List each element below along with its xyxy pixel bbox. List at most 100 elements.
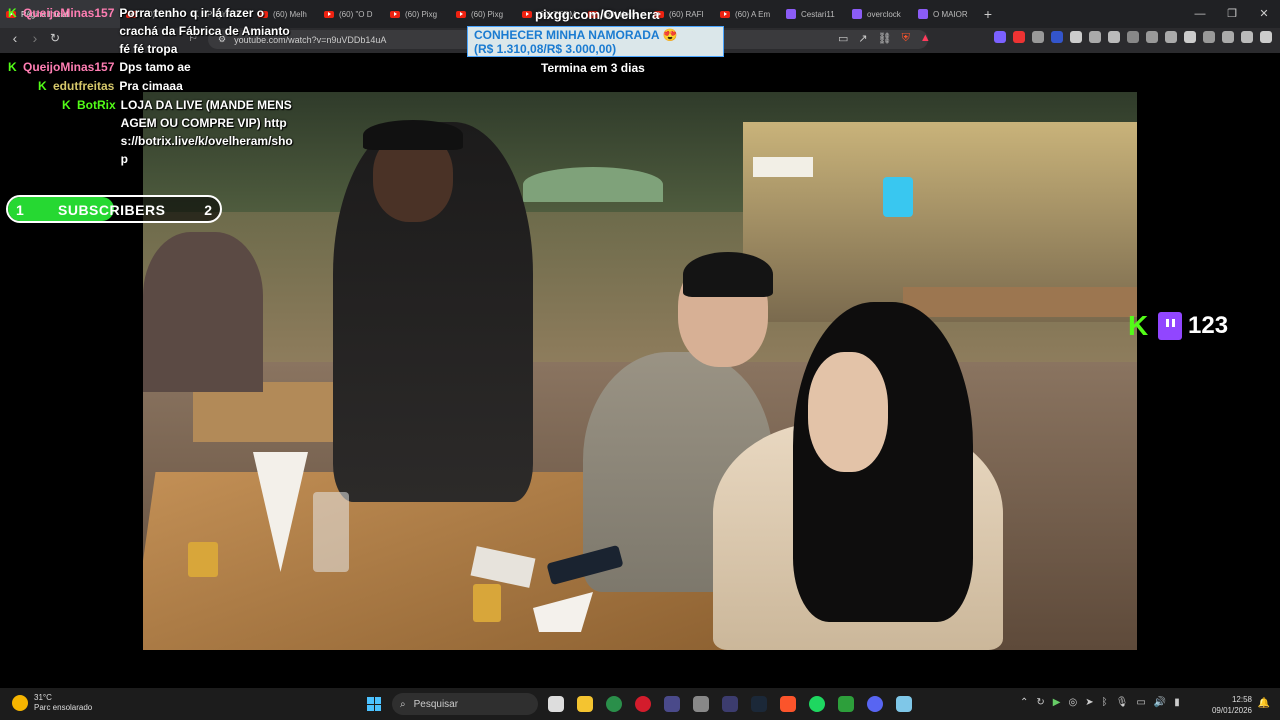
taskbar-search[interactable]: ⌕ Pesquisar bbox=[392, 693, 538, 715]
share-icon[interactable]: ↗ bbox=[858, 32, 867, 45]
tab-label: (60) Pixg bbox=[471, 9, 504, 19]
sync-icon[interactable]: ↻ bbox=[1036, 697, 1044, 708]
steam-icon[interactable] bbox=[751, 696, 767, 712]
discord-icon[interactable] bbox=[867, 696, 883, 712]
viewer-counter: K 123 bbox=[1128, 312, 1228, 340]
extension-icon[interactable] bbox=[1013, 31, 1025, 43]
umbrella bbox=[523, 167, 663, 202]
menu-icon[interactable] bbox=[1260, 31, 1272, 43]
target-icon[interactable]: ◎ bbox=[1068, 697, 1077, 708]
young-man-hair bbox=[683, 252, 773, 297]
neon-sign bbox=[883, 177, 913, 217]
chat-text: LOJA DA LIVE (MANDE MENSAGEM OU COMPRE V… bbox=[120, 98, 293, 166]
tab[interactable]: Cestari11 bbox=[780, 0, 846, 28]
stream-video[interactable] bbox=[143, 92, 1137, 650]
sidebar-icon[interactable] bbox=[1184, 31, 1196, 43]
vpn-icon[interactable] bbox=[1241, 31, 1253, 43]
cap bbox=[363, 120, 463, 150]
screenshot-icon[interactable] bbox=[1146, 31, 1158, 43]
chat-message: K QueijoMinas157 Porra tenho q ir lá faz… bbox=[8, 4, 308, 58]
app-icon[interactable] bbox=[838, 696, 854, 712]
play-icon[interactable]: ▶ bbox=[1053, 697, 1061, 708]
chat-text: Pra cimaaa bbox=[119, 79, 183, 93]
task-view-icon[interactable] bbox=[548, 696, 564, 712]
close-button[interactable]: ✕ bbox=[1248, 0, 1280, 28]
tab[interactable]: overclock bbox=[846, 0, 912, 28]
app-icon[interactable] bbox=[722, 696, 738, 712]
battery-icon[interactable]: ▮ bbox=[1174, 697, 1180, 708]
spotify-icon[interactable] bbox=[809, 696, 825, 712]
brave-shield-icon[interactable]: ⛨ bbox=[902, 32, 910, 45]
brave-icon[interactable] bbox=[780, 696, 796, 712]
volume-icon[interactable]: 🔊 bbox=[1154, 697, 1166, 708]
tab[interactable]: (60) A Em bbox=[714, 0, 780, 28]
chat-username: QueijoMinas157 bbox=[23, 6, 115, 20]
shot-glass bbox=[188, 542, 218, 577]
bench-table bbox=[903, 287, 1137, 317]
wallet-icon[interactable] bbox=[1203, 31, 1215, 43]
glass bbox=[313, 492, 349, 572]
system-tray: ⌃ ↻ ▶ ◎ ➤ ᛒ 🎙 ▭ 🔊 ▮ bbox=[1020, 697, 1180, 708]
chat-username: BotRix bbox=[77, 98, 116, 112]
file-explorer-icon[interactable] bbox=[577, 696, 593, 712]
kick-icon: K bbox=[38, 79, 47, 93]
extension-icon[interactable] bbox=[1070, 31, 1082, 43]
screen-icon[interactable]: ▭ bbox=[838, 32, 848, 45]
twitch-icon bbox=[852, 9, 862, 19]
music-icon[interactable] bbox=[1165, 31, 1177, 43]
system-clock[interactable]: 12:58 09/01/2026 bbox=[1212, 694, 1252, 716]
extension-icon[interactable] bbox=[1032, 31, 1044, 43]
temperature: 31°C bbox=[34, 693, 52, 702]
shop-sign bbox=[753, 157, 813, 177]
arrow-icon[interactable]: ➤ bbox=[1085, 697, 1093, 708]
address-bar-actions: ▭ ↗ ⛓ ⛨ ▲ bbox=[838, 32, 931, 45]
kick-logo-icon: K bbox=[1128, 310, 1149, 341]
rewards-icon[interactable]: ▲ bbox=[920, 32, 931, 45]
extension-icon[interactable] bbox=[1051, 31, 1063, 43]
chevron-up-icon[interactable]: ⌃ bbox=[1020, 697, 1028, 708]
extensions-puzzle-icon[interactable] bbox=[1108, 31, 1120, 43]
notepad-icon[interactable] bbox=[896, 696, 912, 712]
maximize-button[interactable]: ❐ bbox=[1216, 0, 1248, 28]
tab[interactable]: (60) "O D bbox=[318, 0, 384, 28]
tab[interactable]: (60) Pixg bbox=[384, 0, 450, 28]
subscriber-goal-label: SUBSCRIBERS bbox=[58, 202, 166, 218]
windows-start-icon[interactable] bbox=[367, 697, 381, 711]
link-icon[interactable]: ⛓ bbox=[878, 32, 892, 45]
woman-hair bbox=[793, 302, 973, 622]
app-icon[interactable] bbox=[693, 696, 709, 712]
minimize-button[interactable]: — bbox=[1184, 0, 1216, 28]
twitch-icon bbox=[918, 9, 928, 19]
app-icon[interactable] bbox=[664, 696, 680, 712]
new-tab-button[interactable]: + bbox=[978, 6, 998, 22]
shot-glass bbox=[473, 584, 501, 622]
weather-widget[interactable]: 31°C Parc ensolarado bbox=[12, 693, 92, 713]
extension-icon[interactable] bbox=[1127, 31, 1139, 43]
chat-username: edutfreitas bbox=[53, 79, 115, 93]
youtube-icon bbox=[324, 10, 334, 18]
kick-icon: K bbox=[62, 98, 71, 112]
microphone-icon[interactable]: 🎙 bbox=[1116, 697, 1129, 708]
chat-message: K QueijoMinas157 Dps tamo ae bbox=[8, 58, 191, 76]
search-placeholder: Pesquisar bbox=[413, 698, 459, 710]
weather-text: 31°C Parc ensolarado bbox=[34, 693, 92, 713]
clock-date: 09/01/2026 bbox=[1211, 706, 1252, 715]
opera-icon[interactable] bbox=[635, 696, 651, 712]
notification-bell-icon[interactable]: 🔔 bbox=[1258, 698, 1270, 709]
tab[interactable]: (60) Pixg bbox=[450, 0, 516, 28]
subscriber-current: 1 bbox=[16, 202, 24, 218]
network-icon[interactable]: ▭ bbox=[1136, 697, 1145, 708]
chat-text: Porra tenho q ir lá fazer o crachá da Fá… bbox=[119, 6, 290, 56]
donation-goal-title: CONHECER MINHA NAMORADA 😍 bbox=[474, 28, 678, 42]
youtube-icon bbox=[390, 10, 400, 18]
youtube-icon bbox=[720, 10, 730, 18]
tab-label: (60) Pixg bbox=[405, 9, 438, 19]
bluetooth-icon[interactable]: ᛒ bbox=[1102, 697, 1108, 708]
tab[interactable]: O MAIOR bbox=[912, 0, 978, 28]
extension-icon[interactable] bbox=[994, 31, 1006, 43]
tab-label: (60) "O D bbox=[339, 9, 373, 19]
chrome-icon[interactable] bbox=[606, 696, 622, 712]
download-icon[interactable] bbox=[1222, 31, 1234, 43]
subscriber-goal-bar: 1 SUBSCRIBERS 2 bbox=[6, 195, 222, 223]
extension-icon[interactable] bbox=[1089, 31, 1101, 43]
